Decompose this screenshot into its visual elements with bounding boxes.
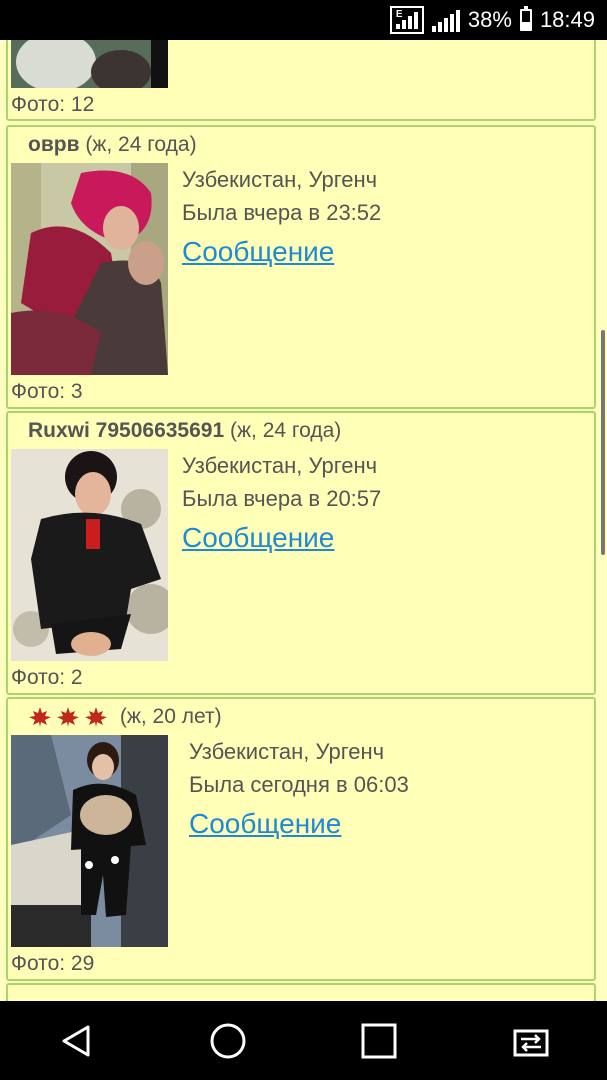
profile-card: (ж, 20 лет) Узбекистан, Ургенч Была сего… — [6, 697, 596, 981]
profile-last-seen: Была вчера в 20:57 — [182, 486, 382, 511]
profile-photo[interactable] — [11, 163, 168, 375]
send-message-link[interactable]: Сообщение — [189, 808, 341, 840]
sim-signal-icon: E — [389, 6, 424, 34]
home-icon[interactable] — [198, 1011, 258, 1071]
profile-location: Узбекистан, Ургенч — [189, 739, 385, 764]
profiles-list[interactable]: Фото: 12 оврв (ж, 24 года) Узбекистан, У… — [0, 40, 607, 1001]
profile-info: Узбекистан, Ургенч Была сегодня в 06:03 — [189, 735, 409, 801]
profile-name-link[interactable]: оврв — [28, 133, 79, 156]
maple-leaf-icon — [57, 707, 79, 728]
cell-signal-icon — [431, 8, 460, 32]
profile-location: Узбекистан, Ургенч — [182, 167, 378, 192]
status-bar: E 38% 18:49 — [0, 0, 607, 40]
clock: 18:49 — [539, 7, 595, 32]
profile-title: оврв (ж, 24 года) — [28, 133, 197, 157]
profile-meta: (ж, 24 года) — [230, 419, 342, 442]
profile-title: (ж, 20 лет) — [28, 705, 222, 729]
profile-title: Ruxwi 79506635691 (ж, 24 года) — [28, 419, 341, 443]
maple-leaf-icon — [85, 707, 107, 728]
profile-photo[interactable] — [11, 40, 168, 88]
profile-card-partial — [6, 983, 596, 1001]
profile-photo[interactable] — [11, 735, 168, 947]
profile-last-seen: Была сегодня в 06:03 — [189, 772, 409, 797]
profile-name-link[interactable]: Ruxwi 79506635691 — [28, 419, 224, 442]
network-type-label: E — [395, 9, 403, 20]
recents-icon[interactable] — [349, 1011, 409, 1071]
back-icon[interactable] — [46, 1011, 106, 1071]
photo-count: Фото: 3 — [11, 380, 83, 403]
profile-badges — [28, 706, 108, 728]
profile-last-seen: Была вчера в 23:52 — [182, 200, 382, 225]
photo-count: Фото: 29 — [11, 952, 95, 975]
profile-location: Узбекистан, Ургенч — [182, 453, 378, 478]
profile-meta: (ж, 24 года) — [85, 133, 197, 156]
profile-info: Узбекистан, Ургенч Была вчера в 20:57 — [182, 449, 381, 515]
send-message-link[interactable]: Сообщение — [182, 522, 334, 554]
battery-percent: 38% — [467, 7, 512, 32]
profile-photo[interactable] — [11, 449, 168, 661]
navigation-bar — [0, 1001, 607, 1080]
photo-count: Фото: 2 — [11, 666, 83, 689]
photo-count: Фото: 12 — [11, 93, 95, 116]
maple-leaf-icon — [29, 707, 51, 728]
send-message-link[interactable]: Сообщение — [182, 236, 334, 268]
profile-info: Узбекистан, Ургенч Была вчера в 23:52 — [182, 163, 381, 229]
profile-card: Ruxwi 79506635691 (ж, 24 года) Узбекиста… — [6, 411, 596, 695]
profile-card-partial: Фото: 12 — [6, 40, 596, 121]
profile-card: оврв (ж, 24 года) Узбекистан, Ургенч Был… — [6, 125, 596, 409]
scrollbar[interactable] — [601, 330, 605, 555]
screen-switch-icon[interactable] — [501, 1011, 561, 1071]
profile-meta: (ж, 20 лет) — [119, 705, 222, 728]
battery-icon — [519, 6, 532, 31]
